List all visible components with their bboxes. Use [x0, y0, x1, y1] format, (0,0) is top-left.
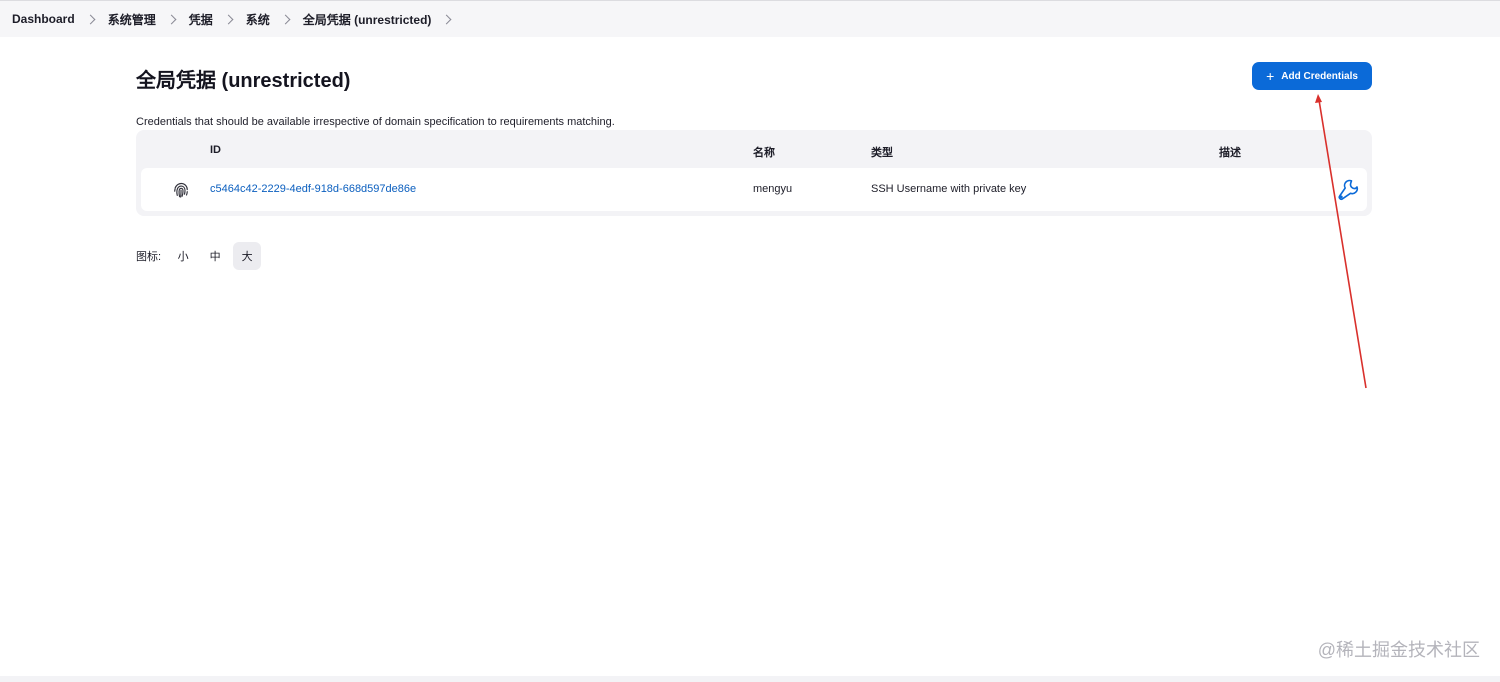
- credential-id-link[interactable]: c5464c42-2229-4edf-918d-668d597de86e: [210, 183, 416, 195]
- chevron-right-icon: [223, 14, 234, 24]
- credential-type: SSH Username with private key: [871, 183, 1027, 195]
- column-header-description[interactable]: 描述: [1219, 144, 1241, 160]
- credential-name: mengyu: [753, 183, 793, 195]
- table-row: c5464c42-2229-4edf-918d-668d597de86e men…: [141, 168, 1367, 211]
- credentials-table: ID 名称 类型 描述 c5464c42-2229-4edf-918d-668d…: [136, 130, 1372, 216]
- add-credentials-label: Add Credentials: [1281, 70, 1358, 82]
- breadcrumb-system[interactable]: 系统: [246, 11, 270, 28]
- chevron-right-icon: [166, 14, 177, 24]
- icon-size-label: 图标:: [136, 251, 162, 263]
- breadcrumb-global-credentials[interactable]: 全局凭据 (unrestricted): [303, 11, 432, 28]
- fingerprint-icon: [174, 182, 188, 198]
- plus-icon: +: [1266, 68, 1275, 84]
- icon-size-selector: 图标: 小 中 大: [136, 242, 265, 270]
- page-title: 全局凭据 (unrestricted): [136, 70, 351, 92]
- bottom-divider: [0, 676, 1500, 682]
- wrench-icon[interactable]: [1336, 177, 1360, 201]
- breadcrumb-dashboard[interactable]: Dashboard: [12, 12, 75, 26]
- column-header-id[interactable]: ID: [210, 144, 221, 156]
- column-header-name[interactable]: 名称: [753, 144, 775, 160]
- breadcrumb-system-management[interactable]: 系统管理: [108, 11, 156, 28]
- icon-size-medium[interactable]: 中: [201, 242, 229, 270]
- watermark: @稀土掘金技术社区: [1317, 640, 1480, 660]
- icon-size-small[interactable]: 小: [169, 242, 197, 270]
- icon-size-large[interactable]: 大: [233, 242, 262, 270]
- chevron-right-icon: [280, 14, 291, 24]
- chevron-right-icon[interactable]: [441, 14, 452, 24]
- page-description: Credentials that should be available irr…: [136, 116, 615, 128]
- column-header-type[interactable]: 类型: [871, 144, 893, 160]
- breadcrumb-credentials[interactable]: 凭据: [189, 11, 213, 28]
- breadcrumb: Dashboard 系统管理 凭据 系统 全局凭据 (unrestricted): [0, 0, 1500, 37]
- chevron-right-icon: [85, 14, 96, 24]
- add-credentials-button[interactable]: + Add Credentials: [1252, 62, 1372, 90]
- annotation-arrow: [1315, 94, 1367, 389]
